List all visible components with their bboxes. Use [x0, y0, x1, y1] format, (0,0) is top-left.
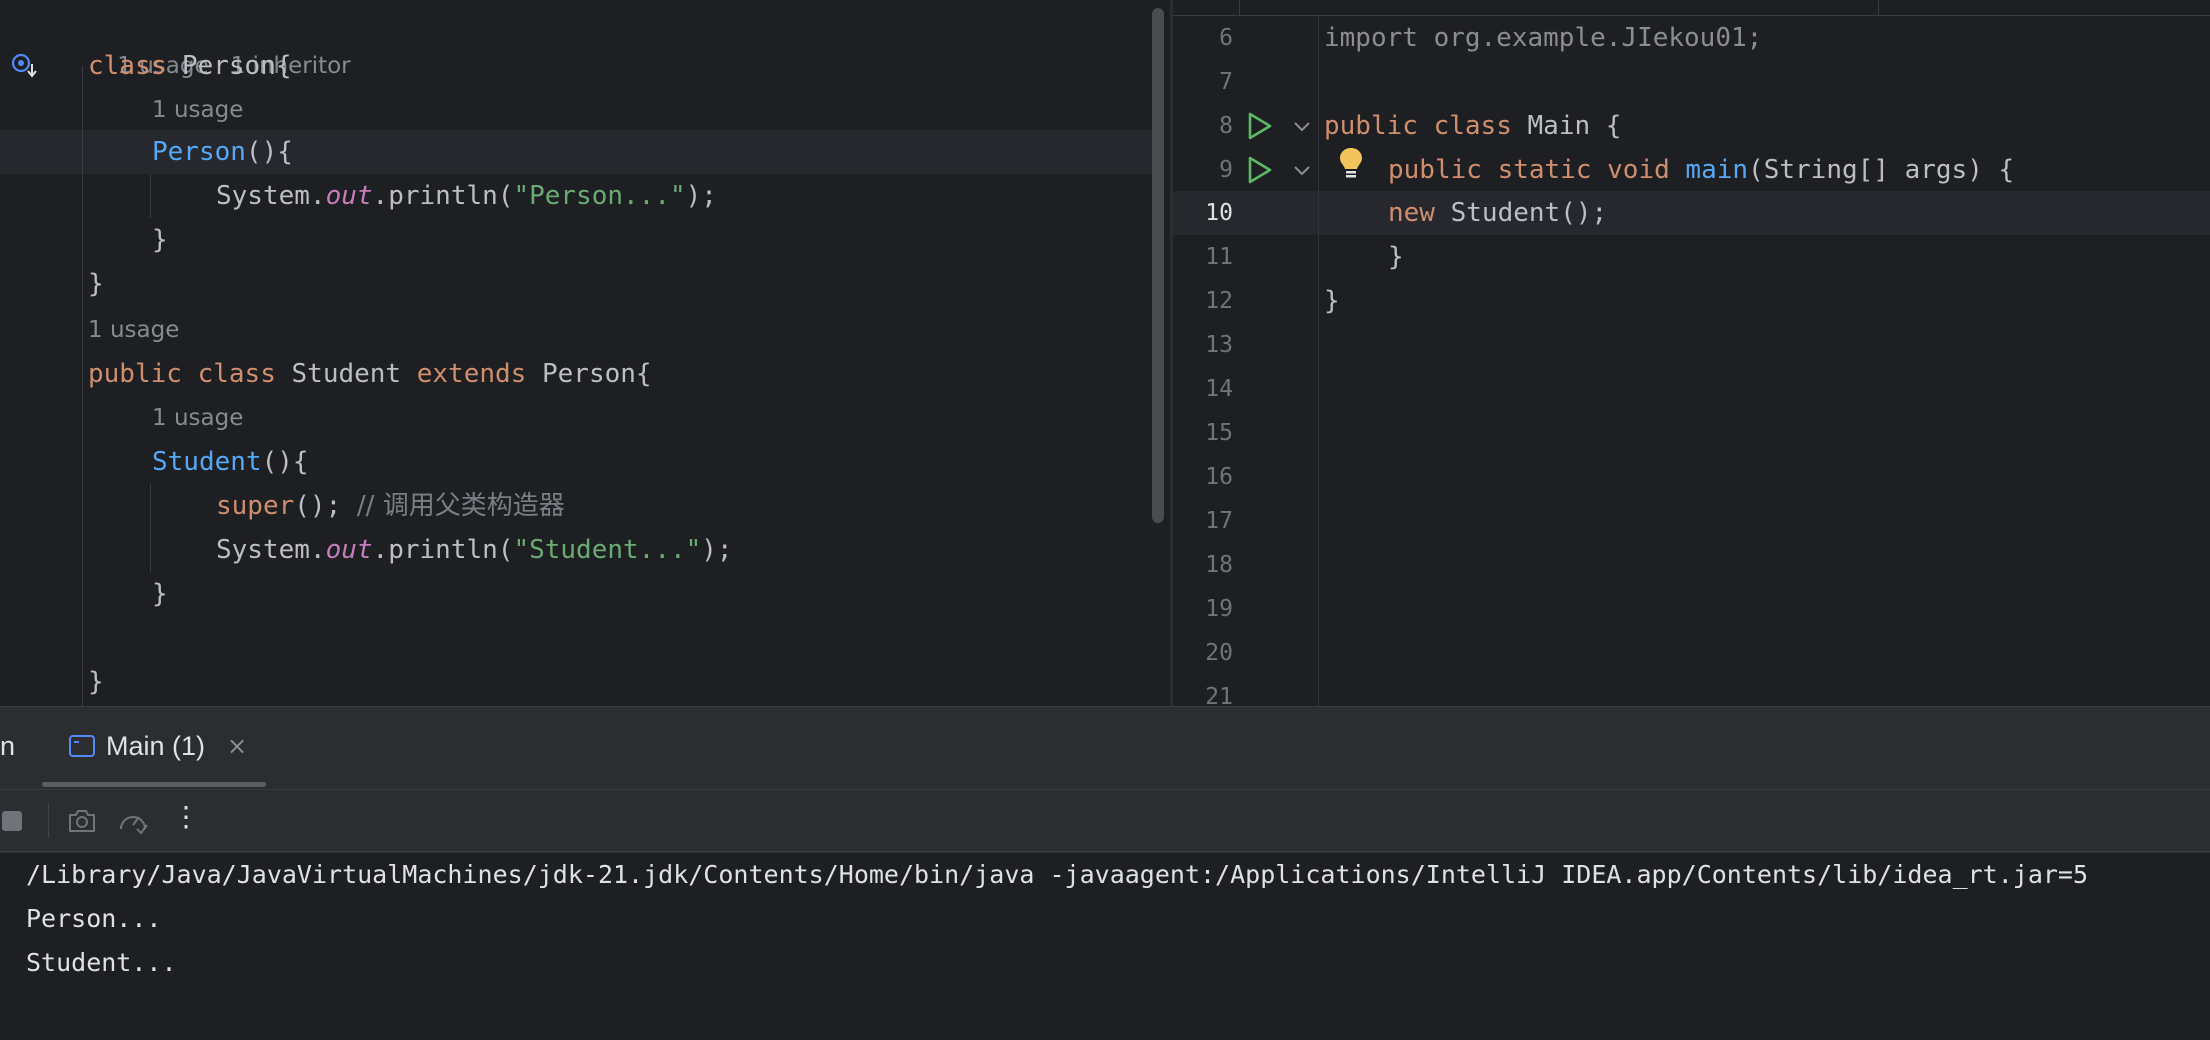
left-editor[interactable]: 1 usage 1 inheritor class Person{ 1 usage… — [0, 0, 1172, 706]
camera-icon[interactable] — [66, 805, 98, 837]
code-line[interactable]: class Person{ — [0, 44, 1172, 88]
tool-window-tab-strip: n Main (1) × — [0, 707, 2210, 789]
right-editor[interactable]: 6 7 8 9 10 11 12 13 14 15 16 17 18 19 20… — [1173, 0, 2210, 706]
line-number[interactable]: 16 — [1173, 455, 1233, 499]
code-line[interactable]: public static void main(String[] args) { — [1173, 148, 2210, 192]
toolbar-separator — [48, 804, 49, 838]
static-field: out — [325, 535, 373, 565]
line-number[interactable]: 17 — [1173, 499, 1233, 543]
constructor-name: Student — [152, 447, 262, 477]
line-number[interactable]: 15 — [1173, 411, 1233, 455]
editor-top-strip — [1173, 0, 2210, 16]
keyword: class — [88, 51, 167, 81]
code-line[interactable]: Student(){ — [0, 440, 1172, 484]
constructor-name: Person — [152, 137, 246, 167]
close-icon[interactable]: × — [227, 732, 247, 760]
code-text: (){ — [245, 137, 293, 167]
code-line[interactable]: super(); // 调用父类构造器 — [0, 484, 1172, 528]
code-line[interactable]: } — [0, 262, 1172, 306]
code-text: Student(); — [1434, 198, 1608, 228]
line-number[interactable]: 14 — [1173, 367, 1233, 411]
tab-label: Main (1) — [106, 730, 206, 761]
keyword: class — [1433, 111, 1512, 141]
code-line[interactable]: } — [0, 218, 1172, 262]
line-number[interactable]: 7 — [1173, 60, 1233, 104]
code-text: } — [152, 225, 168, 255]
code-line[interactable]: public class Student extends Person{ — [0, 352, 1172, 396]
code-line-current[interactable]: new Student(); — [1173, 191, 2210, 235]
import-statement: import org.example.JIekou01; — [1324, 23, 1763, 53]
usage-hint[interactable]: 1 usage — [152, 97, 243, 123]
code-line[interactable]: System.out.println("Student..."); — [0, 528, 1172, 572]
line-number[interactable]: 20 — [1173, 631, 1233, 675]
code-text: .println( — [372, 535, 514, 565]
usage-hint[interactable]: 1 usage — [152, 405, 243, 431]
console-output-line: Student... — [26, 948, 177, 977]
tool-window-title-fragment: n — [0, 731, 16, 761]
keyword: public — [88, 359, 182, 389]
string-literal: "Person..." — [513, 181, 686, 211]
code-text: Person{ — [166, 51, 292, 81]
code-text: Person{ — [526, 359, 652, 389]
code-line[interactable]: public class Main { — [1173, 104, 2210, 148]
code-line[interactable]: import org.example.JIekou01; — [1173, 16, 2210, 60]
run-tool-window: n Main (1) × ⋮ /Library/Java/JavaVirtual… — [0, 706, 2210, 1040]
more-options-icon[interactable]: ⋮ — [170, 800, 202, 833]
code-line[interactable]: } — [0, 572, 1172, 616]
line-number[interactable]: 13 — [1173, 323, 1233, 367]
code-text: } — [88, 667, 104, 697]
vertical-scrollbar[interactable] — [1152, 8, 1164, 523]
console-command-line: /Library/Java/JavaVirtualMachines/jdk-21… — [26, 860, 2089, 889]
keyword: public — [1324, 111, 1418, 141]
codevision-hint-student-class[interactable]: 1 usage — [88, 308, 201, 352]
method-name: main — [1685, 155, 1749, 185]
line-number[interactable]: 21 — [1173, 675, 1233, 706]
static-field: out — [325, 181, 373, 211]
code-line[interactable]: } — [0, 660, 1172, 704]
comment: // 调用父类构造器 — [356, 491, 565, 521]
code-line[interactable]: } — [1173, 279, 2210, 323]
code-text: ); — [701, 535, 733, 565]
code-line[interactable]: System.out.println("Person..."); — [0, 174, 1172, 218]
codevision-hint-student-ctor[interactable]: 1 usage — [152, 396, 265, 440]
divider — [1878, 0, 1879, 16]
profiler-gauge-icon[interactable] — [117, 805, 149, 837]
code-text: System. — [216, 181, 326, 211]
keyword: extends — [416, 359, 527, 389]
tab-scroll-indicator — [42, 782, 266, 787]
code-text: System. — [216, 535, 326, 565]
keyword: new — [1388, 198, 1435, 228]
code-text: Main { — [1511, 111, 1622, 141]
keyword: super — [216, 491, 295, 521]
code-text: } — [88, 269, 104, 299]
code-text: (String[] args) { — [1748, 155, 2015, 185]
divider — [1239, 0, 1240, 16]
code-text: (){ — [261, 447, 309, 477]
codevision-hint-person-class[interactable]: 1 usage 1 inheritor — [88, 0, 373, 79]
line-number[interactable]: 18 — [1173, 543, 1233, 587]
console-output-line: Person... — [26, 904, 162, 933]
console-window-icon — [69, 735, 95, 757]
code-line[interactable]: Person(){ — [0, 130, 1172, 174]
console-output[interactable]: /Library/Java/JavaVirtualMachines/jdk-21… — [0, 853, 2210, 1040]
code-line[interactable]: } — [1173, 235, 2210, 279]
code-text: ); — [685, 181, 717, 211]
usage-hint[interactable]: 1 usage — [88, 317, 179, 343]
code-text: } — [152, 579, 168, 609]
console-toolbar: ⋮ — [0, 790, 2210, 852]
keyword: class — [197, 359, 276, 389]
codevision-hint-person-ctor[interactable]: 1 usage — [152, 88, 265, 132]
code-text: .println( — [372, 181, 514, 211]
code-text: } — [1324, 286, 1340, 316]
string-literal: "Student..." — [513, 535, 702, 565]
code-text: (); — [294, 491, 357, 521]
code-text: Student — [275, 359, 417, 389]
line-number[interactable]: 19 — [1173, 587, 1233, 631]
stop-icon[interactable] — [0, 805, 32, 837]
code-text: } — [1388, 242, 1404, 272]
keyword: public static void — [1388, 155, 1670, 185]
tab-main-run[interactable]: Main (1) × — [42, 719, 247, 773]
